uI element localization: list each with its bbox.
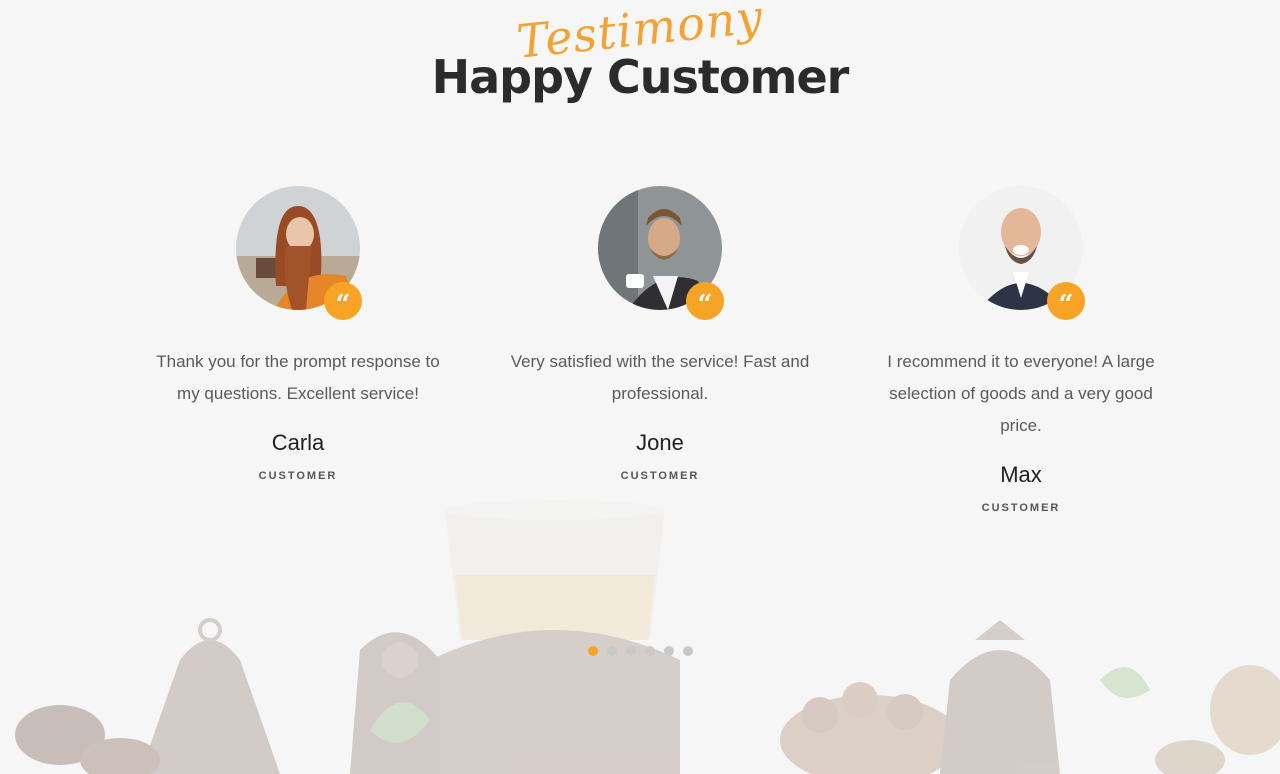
testimonial-card: “ I recommend it to everyone! A large se… xyxy=(856,186,1186,514)
carousel-dot-3[interactable] xyxy=(625,646,636,656)
avatar-wrapper: “ xyxy=(598,186,724,320)
customer-name: Carla xyxy=(271,430,325,455)
customer-name: Jone xyxy=(636,430,684,455)
avatar-wrapper: “ xyxy=(236,186,362,320)
testimonial-text: Very satisfied with the service! Fast an… xyxy=(510,352,810,403)
section-title: Happy Customer xyxy=(431,50,850,104)
carousel-pagination xyxy=(0,646,1280,656)
testimonials-section: Testimony Happy Customer “ Thank you for… xyxy=(0,0,1280,774)
carousel-dot-5[interactable] xyxy=(663,646,674,656)
quote-icon: “ xyxy=(1047,282,1085,320)
customer-name: Max xyxy=(1000,462,1042,487)
quote-icon: “ xyxy=(686,282,724,320)
customer-role: CUSTOMER xyxy=(620,470,700,482)
testimonial-card: “ Thank you for the prompt response to m… xyxy=(133,186,463,482)
carousel-dot-2[interactable] xyxy=(606,646,617,656)
testimonial-text: I recommend it to everyone! A large sele… xyxy=(887,352,1155,435)
section-header: Testimony Happy Customer xyxy=(0,0,1280,130)
customer-role: CUSTOMER xyxy=(981,502,1061,514)
carousel-dot-4[interactable] xyxy=(644,646,655,656)
avatar-wrapper: “ xyxy=(959,186,1085,320)
testimonial-card: “ Very satisfied with the service! Fast … xyxy=(495,186,825,482)
carousel-dot-6[interactable] xyxy=(682,646,693,656)
customer-role: CUSTOMER xyxy=(258,470,338,482)
testimonial-text: Thank you for the prompt response to my … xyxy=(156,352,440,403)
quote-icon: “ xyxy=(324,282,362,320)
carousel-dot-1[interactable] xyxy=(587,646,598,656)
